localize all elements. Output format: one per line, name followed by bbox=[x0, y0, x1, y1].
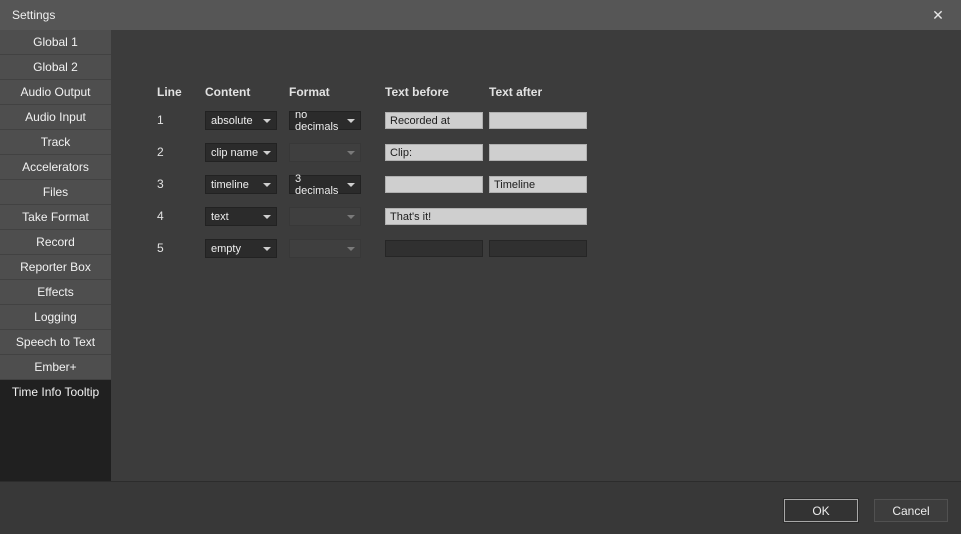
content-dropdown-value: clip name bbox=[211, 147, 258, 159]
text-before-input[interactable] bbox=[385, 176, 483, 193]
content-dropdown[interactable]: clip name bbox=[205, 143, 277, 162]
text-before-input[interactable] bbox=[385, 112, 483, 129]
format-dropdown[interactable]: 3 decimals bbox=[289, 175, 361, 194]
table-row: 5 empty bbox=[0, 239, 961, 259]
text-after-input[interactable] bbox=[489, 176, 587, 193]
text-after-input bbox=[489, 240, 587, 257]
column-header-text-before: Text before bbox=[385, 85, 449, 101]
format-dropdown bbox=[289, 143, 361, 162]
line-number: 3 bbox=[157, 177, 164, 191]
table-row: 1 absolute no decimals bbox=[0, 111, 961, 131]
format-dropdown-value: no decimals bbox=[295, 109, 347, 133]
sidebar-item-logging[interactable]: Logging bbox=[0, 305, 111, 330]
column-header-line: Line bbox=[157, 85, 182, 101]
text-after-input[interactable] bbox=[489, 144, 587, 161]
column-header-content: Content bbox=[205, 85, 250, 101]
column-header-text-after: Text after bbox=[489, 85, 542, 101]
ok-button[interactable]: OK bbox=[784, 499, 858, 522]
format-dropdown bbox=[289, 239, 361, 258]
table-row: 2 clip name bbox=[0, 143, 961, 163]
window-title: Settings bbox=[12, 8, 55, 22]
content-dropdown[interactable]: timeline bbox=[205, 175, 277, 194]
chevron-down-icon bbox=[263, 215, 271, 219]
text-before-input bbox=[385, 240, 483, 257]
sidebar-item-global-2[interactable]: Global 2 bbox=[0, 55, 111, 80]
chevron-down-icon bbox=[263, 119, 271, 123]
sidebar-item-ember-plus[interactable]: Ember+ bbox=[0, 355, 111, 380]
chevron-down-icon bbox=[347, 247, 355, 251]
sidebar-item-time-info-tooltip[interactable]: Time Info Tooltip bbox=[0, 380, 111, 405]
format-dropdown bbox=[289, 207, 361, 226]
table-row: 3 timeline 3 decimals bbox=[0, 175, 961, 195]
chevron-down-icon bbox=[347, 215, 355, 219]
content-dropdown-value: empty bbox=[211, 243, 241, 255]
text-after-input[interactable] bbox=[489, 112, 587, 129]
chevron-down-icon bbox=[263, 247, 271, 251]
close-icon[interactable]: ✕ bbox=[923, 0, 953, 30]
line-number: 2 bbox=[157, 145, 164, 159]
chevron-down-icon bbox=[347, 151, 355, 155]
line-number: 4 bbox=[157, 209, 164, 223]
sidebar-item-global-1[interactable]: Global 1 bbox=[0, 30, 111, 55]
content-dropdown[interactable]: text bbox=[205, 207, 277, 226]
content-dropdown-value: text bbox=[211, 211, 229, 223]
line-number: 1 bbox=[157, 113, 164, 127]
sidebar-item-audio-output[interactable]: Audio Output bbox=[0, 80, 111, 105]
sidebar-selected-panel bbox=[0, 405, 111, 481]
content-dropdown[interactable]: empty bbox=[205, 239, 277, 258]
cancel-button[interactable]: Cancel bbox=[874, 499, 948, 522]
chevron-down-icon bbox=[347, 183, 355, 187]
sidebar-item-effects[interactable]: Effects bbox=[0, 280, 111, 305]
sidebar-item-speech-to-text[interactable]: Speech to Text bbox=[0, 330, 111, 355]
column-header-format: Format bbox=[289, 85, 330, 101]
format-dropdown[interactable]: no decimals bbox=[289, 111, 361, 130]
content-dropdown-value: timeline bbox=[211, 179, 249, 191]
text-wide-input[interactable] bbox=[385, 208, 587, 225]
chevron-down-icon bbox=[263, 151, 271, 155]
content-dropdown-value: absolute bbox=[211, 115, 253, 127]
format-dropdown-value: 3 decimals bbox=[295, 173, 347, 197]
text-before-input[interactable] bbox=[385, 144, 483, 161]
chevron-down-icon bbox=[347, 119, 355, 123]
line-number: 5 bbox=[157, 241, 164, 255]
dialog-button-bar: OK Cancel bbox=[0, 481, 961, 534]
table-row: 4 text bbox=[0, 207, 961, 227]
chevron-down-icon bbox=[263, 183, 271, 187]
titlebar: Settings bbox=[0, 0, 961, 30]
content-dropdown[interactable]: absolute bbox=[205, 111, 277, 130]
